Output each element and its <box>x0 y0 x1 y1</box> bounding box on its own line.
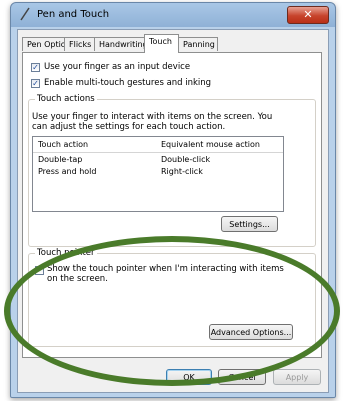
settings-button[interactable]: Settings... <box>221 216 278 232</box>
multi-touch-label: Enable multi-touch gestures and inking <box>44 78 212 88</box>
advanced-options-button[interactable]: Advanced Options... <box>209 324 293 340</box>
title-bar: Pen and Touch ✕ <box>11 3 335 27</box>
show-touch-pointer-label-1: Show the touch pointer when I'm interact… <box>47 264 284 274</box>
touch-actions-description-2: can adjust the settings for each touch a… <box>32 122 226 132</box>
touch-actions-description-1: Use your finger to interact with items o… <box>32 112 273 122</box>
cancel-button[interactable]: Cancel <box>218 369 266 385</box>
use-finger-label: Use your finger as an input device <box>44 62 191 72</box>
list-header: Touch action Equivalent mouse action <box>33 137 283 153</box>
touch-actions-list[interactable]: Touch action Equivalent mouse action Dou… <box>32 136 284 212</box>
row-mouse: Right-click <box>161 167 203 176</box>
tab-touch[interactable]: Touch <box>144 34 179 53</box>
show-touch-pointer-label-2: on the screen. <box>47 274 108 284</box>
column-mouse-action[interactable]: Equivalent mouse action <box>161 140 260 149</box>
column-touch-action[interactable]: Touch action <box>38 140 88 149</box>
touch-pointer-group: Touch pointer Show the touch pointer whe… <box>28 248 316 347</box>
multi-touch-checkbox[interactable]: ✓ <box>31 79 40 88</box>
apply-button[interactable]: Apply <box>273 369 321 385</box>
tab-pen-options[interactable]: Pen Options <box>22 37 75 51</box>
close-button[interactable]: ✕ <box>287 6 329 24</box>
table-row[interactable]: Double-tap Double-click <box>33 154 283 166</box>
window-title: Pen and Touch <box>37 9 110 20</box>
use-finger-checkbox[interactable]: ✓ <box>31 63 40 72</box>
row-action: Press and hold <box>38 167 97 176</box>
tab-panning[interactable]: Panning <box>178 37 218 51</box>
table-row[interactable]: Press and hold Right-click <box>33 166 283 178</box>
close-icon: ✕ <box>303 8 313 21</box>
touch-pointer-title: Touch pointer <box>35 248 97 258</box>
touch-tab-panel: ✓ Use your finger as an input device ✓ E… <box>22 52 322 358</box>
touch-actions-group: Touch actions Use your finger to interac… <box>28 94 316 247</box>
tab-handwriting[interactable]: Handwriting <box>94 37 148 51</box>
show-touch-pointer-checkbox[interactable] <box>35 266 44 275</box>
touch-actions-title: Touch actions <box>35 94 97 104</box>
pen-and-touch-window: Pen and Touch ✕ Pen Options Flicks Handw… <box>10 2 336 398</box>
row-action: Double-tap <box>38 155 83 164</box>
row-mouse: Double-click <box>161 155 211 164</box>
dialog-client-area: Pen Options Flicks Handwriting Touch Pan… <box>17 29 329 393</box>
pen-icon <box>20 7 30 21</box>
tab-flicks[interactable]: Flicks <box>64 37 95 51</box>
ok-button[interactable]: OK <box>166 369 212 385</box>
